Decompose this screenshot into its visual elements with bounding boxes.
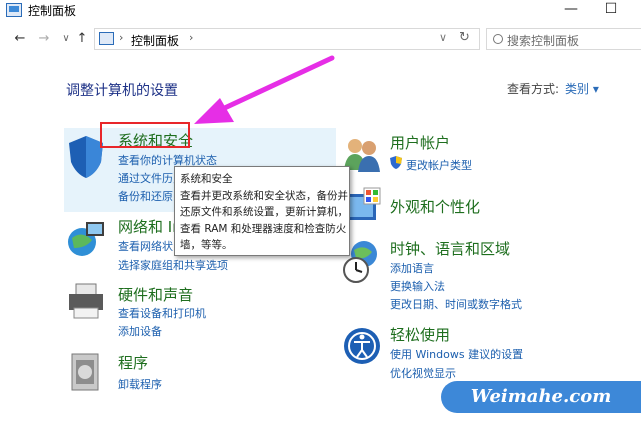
title-bar: 控制面板 — ☐ [0, 0, 641, 22]
page-title: 调整计算机的设置 [66, 83, 178, 99]
tooltip-line: 系统和安全 [180, 173, 233, 185]
address-bar[interactable]: › 控制面板 › ∨ ↻ [94, 28, 480, 50]
view-by-dropdown[interactable]: 类别 ▾ [565, 80, 599, 97]
window-title: 控制面板 [28, 4, 77, 18]
category-title-hardware[interactable]: 硬件和声音 [118, 284, 193, 305]
link-change-input-method[interactable]: 更换输入法 [390, 278, 445, 294]
tooltip: 系统和安全 查看并更改系统和安全状态，备份并 还原文件和系统设置，更新计算机， … [174, 166, 350, 256]
link-network-status[interactable]: 查看网络状 [118, 238, 173, 254]
tooltip-line: 查看 RAM 和处理器速度和检查防火 [180, 222, 347, 235]
link-optimize-visual-display[interactable]: 优化视觉显示 [390, 365, 456, 381]
watermark: Weimahe.com [441, 381, 641, 413]
link-change-date-format[interactable]: 更改日期、时间或数字格式 [390, 296, 522, 312]
uac-shield-icon [390, 156, 402, 169]
annotation-arrow [194, 55, 335, 124]
link-windows-recommended-settings[interactable]: 使用 Windows 建议的设置 [390, 346, 523, 362]
view-by-label: 查看方式: [507, 82, 560, 96]
programs-icon [71, 353, 99, 391]
search-icon [493, 34, 503, 44]
minimize-button[interactable]: — [556, 0, 586, 20]
link-uninstall-program[interactable]: 卸载程序 [118, 376, 162, 392]
printer-icon [69, 283, 103, 319]
back-arrow-icon[interactable]: ← [12, 30, 28, 48]
tooltip-line: 墙，等等。 [180, 239, 233, 251]
recent-locations-icon[interactable]: ∨ [58, 30, 74, 48]
maximize-button[interactable]: ☐ [596, 0, 626, 20]
chevron-right-icon[interactable]: › [189, 31, 193, 44]
link-change-account-type[interactable]: 更改帐户类型 [406, 157, 472, 173]
category-title-network[interactable]: 网络和 In [118, 216, 182, 237]
control-panel-icon [99, 32, 114, 45]
highlight-box [100, 122, 190, 148]
link-add-device[interactable]: 添加设备 [118, 323, 162, 339]
link-homegroup-sharing[interactable]: 选择家庭组和共享选项 [118, 257, 228, 273]
ease-of-access-icon [344, 328, 380, 364]
search-input[interactable]: 搜索控制面板 [486, 28, 641, 50]
control-panel-icon [6, 3, 22, 17]
link-add-language[interactable]: 添加语言 [390, 260, 434, 276]
chevron-right-icon[interactable]: › [119, 31, 123, 44]
category-title-user-accounts[interactable]: 用户帐户 [390, 132, 450, 153]
category-title-ease-of-access[interactable]: 轻松使用 [390, 324, 450, 345]
refresh-icon[interactable]: ↻ [459, 30, 470, 45]
forward-arrow-icon[interactable]: → [36, 30, 52, 48]
category-title-clock-region[interactable]: 时钟、语言和区域 [390, 238, 510, 259]
network-globe-icon [68, 222, 104, 256]
tooltip-line: 还原文件和系统设置，更新计算机， [180, 206, 348, 218]
link-backup-restore[interactable]: 备份和还原 [118, 188, 173, 204]
search-placeholder: 搜索控制面板 [507, 34, 580, 48]
tooltip-line: 查看并更改系统和安全状态，备份并 [180, 189, 348, 202]
breadcrumb-control-panel[interactable]: 控制面板 [131, 32, 179, 49]
link-devices-printers[interactable]: 查看设备和打印机 [118, 305, 206, 321]
up-arrow-icon[interactable]: ↑ [74, 30, 90, 48]
chevron-down-icon[interactable]: ∨ [439, 31, 447, 44]
category-title-programs[interactable]: 程序 [118, 352, 148, 373]
category-title-appearance[interactable]: 外观和个性化 [390, 196, 480, 217]
